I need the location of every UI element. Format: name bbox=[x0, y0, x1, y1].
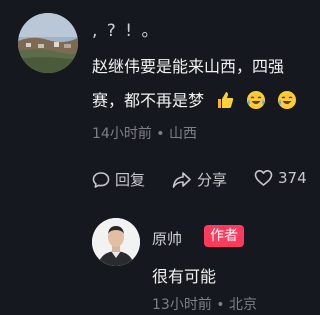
share-button[interactable]: 分享 bbox=[172, 169, 227, 190]
meta-separator: • bbox=[216, 297, 229, 313]
reply-author-avatar[interactable] bbox=[92, 218, 140, 266]
commenter-avatar[interactable] bbox=[18, 13, 78, 73]
like-button[interactable]: 374 bbox=[254, 169, 307, 187]
comment-text-line2: 赛，都不再是梦 bbox=[92, 90, 297, 112]
reply-time: 13小时前 bbox=[152, 297, 212, 313]
comment-time: 14小时前 bbox=[92, 126, 152, 142]
comment-meta: 14小时前 • 山西 bbox=[92, 123, 197, 143]
reply-meta: 13小时前 • 北京 bbox=[152, 294, 257, 314]
heart-icon bbox=[254, 170, 273, 186]
commenter-name[interactable]: , ? ! 。 bbox=[92, 16, 160, 41]
comment-location: 山西 bbox=[169, 126, 197, 142]
share-arrow-icon bbox=[172, 171, 191, 188]
author-badge: 作者 bbox=[204, 225, 244, 247]
reply-text: 很有可能 bbox=[152, 267, 217, 286]
reply-author-name[interactable]: 原帅 bbox=[152, 228, 182, 249]
reply-bubble-icon bbox=[92, 171, 110, 188]
reply-location: 北京 bbox=[229, 297, 257, 313]
meta-separator: • bbox=[156, 126, 169, 142]
crying-laugh-icon bbox=[277, 90, 297, 110]
like-count: 374 bbox=[278, 169, 307, 187]
thumbs-up-icon bbox=[215, 90, 235, 110]
reply-label: 回复 bbox=[115, 171, 146, 189]
share-label: 分享 bbox=[197, 171, 228, 189]
comment-text-line1: 赵继伟要是能来山西，四强 bbox=[92, 57, 285, 76]
comment-text-line2-label: 赛，都不再是梦 bbox=[92, 91, 205, 110]
reply-button[interactable]: 回复 bbox=[92, 169, 145, 190]
crying-laugh-icon bbox=[246, 90, 266, 110]
